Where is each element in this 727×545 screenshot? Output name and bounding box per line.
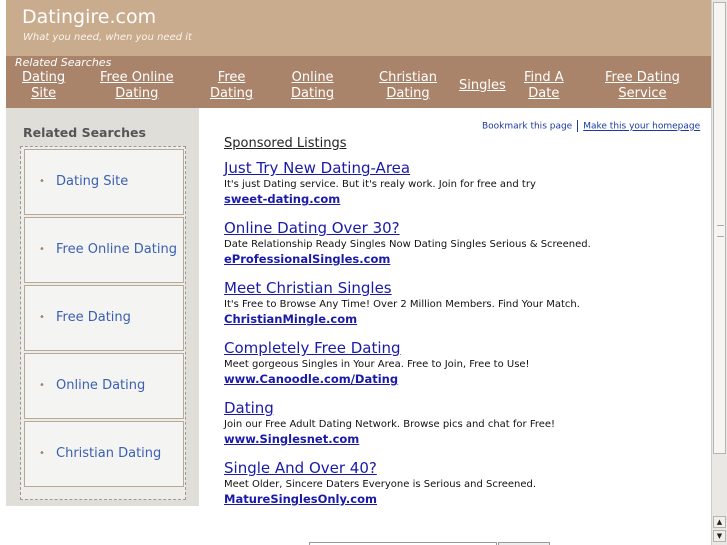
sidebar-item-free-online-dating[interactable]: • Free Online Dating bbox=[24, 217, 184, 283]
sidebar-item-dating-site[interactable]: • Dating Site bbox=[24, 149, 184, 215]
listing-description: Date Relationship Ready Singles Now Dati… bbox=[224, 239, 591, 250]
listing-title[interactable]: Dating bbox=[224, 399, 694, 418]
nav-link-online-dating[interactable]: Online Dating bbox=[291, 70, 334, 102]
sidebar-item-label[interactable]: Dating Site bbox=[56, 174, 128, 189]
sidebar: Related Searches • Dating Site • Free On… bbox=[6, 108, 199, 506]
site-title[interactable]: Datingire.com bbox=[22, 6, 156, 28]
site-tagline: What you need, when you need it bbox=[23, 32, 192, 43]
sidebar-item-label[interactable]: Online Dating bbox=[56, 378, 145, 393]
sidebar-list: • Dating Site • Free Online Dating • Fre… bbox=[20, 146, 186, 500]
bullet-icon: • bbox=[39, 448, 45, 459]
listing: Completely Free Dating Meet gorgeous Sin… bbox=[224, 339, 694, 387]
nav-link-line: Dating bbox=[22, 70, 66, 85]
nav-link-line: Christian bbox=[379, 70, 437, 85]
nav-link-singles[interactable]: Singles bbox=[459, 78, 506, 94]
nav-link-line: Free Online bbox=[100, 70, 174, 85]
sidebar-item-label[interactable]: Free Dating bbox=[56, 310, 131, 325]
nav-link-line: Service bbox=[618, 86, 667, 101]
listing-description: Meet Older, Sincere Daters Everyone is S… bbox=[224, 479, 537, 490]
nav-link-line: Dating bbox=[291, 86, 335, 101]
nav-link-christian-dating[interactable]: Christian Dating bbox=[379, 70, 437, 102]
nav-link-free-dating-service[interactable]: Free Dating Service bbox=[605, 70, 680, 102]
bullet-icon: • bbox=[39, 380, 45, 391]
listing: Online Dating Over 30? Date Relationship… bbox=[224, 219, 694, 267]
listing: Single And Over 40? Meet Older, Sincere … bbox=[224, 459, 694, 507]
listing-title[interactable]: Single And Over 40? bbox=[224, 459, 694, 478]
sidebar-item-label[interactable]: Christian Dating bbox=[56, 446, 161, 461]
scroll-down-button[interactable]: ▼ bbox=[713, 530, 726, 542]
listing-description: It's just Dating service. But it's realy… bbox=[224, 179, 536, 190]
nav-link-line: Free bbox=[217, 70, 246, 85]
nav-link-line: Dating bbox=[210, 86, 254, 101]
listing-url[interactable]: sweet-dating.com bbox=[224, 192, 694, 207]
page: Datingire.com What you need, when you ne… bbox=[0, 0, 711, 545]
listing-title[interactable]: Completely Free Dating bbox=[224, 339, 694, 358]
nav-link-dating-site[interactable]: Dating Site bbox=[22, 70, 65, 102]
related-searches-nav: Related Searches Dating Site Free Online D… bbox=[6, 56, 711, 108]
sponsored-heading: Sponsored Listings bbox=[224, 136, 347, 151]
bullet-icon: • bbox=[39, 176, 45, 187]
listing-url[interactable]: www.Canoodle.com/Dating bbox=[224, 372, 694, 387]
sidebar-heading: Related Searches bbox=[23, 125, 146, 140]
bookmark-link[interactable]: Bookmark this page bbox=[482, 122, 572, 132]
nav-link-line: Site bbox=[31, 86, 57, 101]
scrollbar-thumb[interactable] bbox=[713, 2, 726, 454]
listing-url[interactable]: eProfessionalSingles.com bbox=[224, 252, 694, 267]
vertical-scrollbar[interactable]: ▲ ▼ bbox=[711, 0, 727, 545]
sidebar-item-label[interactable]: Free Online Dating bbox=[56, 242, 177, 257]
listing-description: Meet gorgeous Singles in Your Area. Free… bbox=[224, 359, 530, 370]
bullet-icon: • bbox=[39, 244, 45, 255]
nav-link-line: Singles bbox=[459, 78, 506, 93]
nav-link-line: Dating bbox=[115, 86, 159, 101]
listing-description: Join our Free Adult Dating Network. Brow… bbox=[224, 419, 556, 430]
listing-title[interactable]: Meet Christian Singles bbox=[224, 279, 694, 298]
sidebar-item-online-dating[interactable]: • Online Dating bbox=[24, 353, 184, 419]
listing-url[interactable]: ChristianMingle.com bbox=[224, 312, 694, 327]
listing-title[interactable]: Just Try New Dating-Area bbox=[224, 159, 694, 178]
nav-heading: Related Searches bbox=[15, 56, 112, 69]
nav-link-line: Online bbox=[291, 70, 334, 85]
grip-icon bbox=[717, 225, 724, 237]
nav-link-line: Date bbox=[528, 86, 560, 101]
nav-link-find-a-date[interactable]: Find A Date bbox=[524, 70, 564, 102]
listing-title[interactable]: Online Dating Over 30? bbox=[224, 219, 694, 238]
sidebar-item-free-dating[interactable]: • Free Dating bbox=[24, 285, 184, 351]
bullet-icon: • bbox=[39, 312, 45, 323]
listing-url[interactable]: www.Singlesnet.com bbox=[224, 432, 694, 447]
bookmark-links: Bookmark this page Make this your homepag… bbox=[482, 120, 700, 132]
scroll-up-button[interactable]: ▲ bbox=[713, 516, 726, 528]
listing: Meet Christian Singles It's Free to Brow… bbox=[224, 279, 694, 327]
nav-link-line: Dating bbox=[386, 86, 430, 101]
nav-link-free-dating[interactable]: Free Dating bbox=[210, 70, 253, 102]
sidebar-item-christian-dating[interactable]: • Christian Dating bbox=[24, 421, 184, 487]
site-header: Datingire.com What you need, when you ne… bbox=[6, 0, 711, 56]
nav-link-line: Free Dating bbox=[605, 70, 680, 85]
listing: Dating Join our Free Adult Dating Networ… bbox=[224, 399, 694, 447]
nav-link-free-online-dating[interactable]: Free Online Dating bbox=[100, 70, 174, 102]
homepage-link[interactable]: Make this your homepage bbox=[583, 122, 700, 132]
link-separator bbox=[577, 120, 579, 132]
listing: Just Try New Dating-Area It's just Datin… bbox=[224, 159, 694, 207]
listing-description: It's Free to Browse Any Time! Over 2 Mil… bbox=[224, 299, 580, 310]
nav-link-line: Find A bbox=[524, 70, 564, 85]
listing-url[interactable]: MatureSinglesOnly.com bbox=[224, 492, 694, 507]
